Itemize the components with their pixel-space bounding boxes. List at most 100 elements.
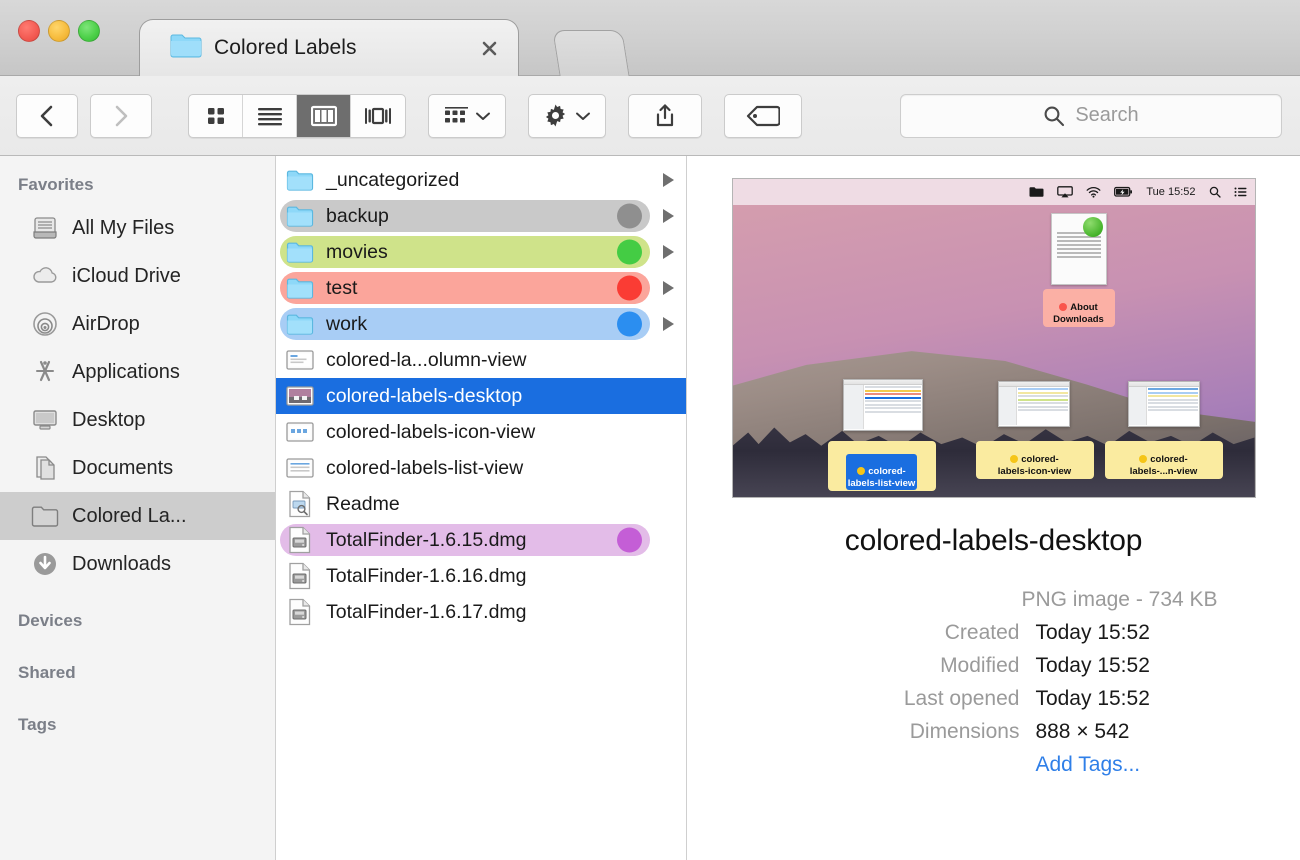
preview-thumbnail: Tue 15:52 About Downloads [732,178,1256,498]
sidebar-item-airdrop[interactable]: AirDrop [0,300,275,348]
file-name: Readme [326,493,400,516]
back-button[interactable] [16,94,78,138]
finder-window: Colored Labels [0,0,1300,860]
icon-view-button[interactable] [189,95,243,137]
share-button[interactable] [628,94,702,138]
dmg-icon [284,598,316,626]
table-row[interactable]: colored-labels-icon-view [276,414,686,450]
navigation-buttons [16,94,152,138]
file-name: TotalFinder-1.6.17.dmg [326,601,527,624]
folder-icon [284,205,316,227]
column-view-button[interactable] [297,95,351,137]
table-row[interactable]: movies [276,234,686,270]
coverflow-icon [364,105,392,127]
table-row[interactable]: Readme [276,486,686,522]
disclosure-arrow-icon[interactable] [663,317,674,331]
downloads-icon [30,551,60,577]
action-menu-button[interactable] [528,94,606,138]
sidebar-item-applications[interactable]: Applications [0,348,275,396]
sidebar-item-all-my-files[interactable]: All My Files [0,204,275,252]
table-row[interactable]: TotalFinder-1.6.16.dmg [276,558,686,594]
folder-icon [284,313,316,335]
list-view-button[interactable] [243,95,297,137]
sidebar-section-devices[interactable]: Devices [0,602,275,640]
tab-colored-labels[interactable]: Colored Labels [139,19,519,76]
coverflow-view-button[interactable] [351,95,405,137]
add-tags-link[interactable]: Add Tags... [1035,753,1217,777]
globe-badge-icon [1083,217,1103,237]
table-row[interactable]: _uncategorized [276,162,686,198]
close-icon[interactable] [478,37,500,59]
disclosure-arrow-icon[interactable] [663,209,674,223]
table-row-selected[interactable]: colored-labels-desktop [276,378,686,414]
dmg-icon [284,562,316,590]
new-tab-button[interactable] [552,30,629,77]
folder-icon [284,169,316,191]
file-name: movies [326,241,388,264]
sidebar-spacer [0,640,275,654]
label-dot [1010,455,1018,463]
disclosure-arrow-icon[interactable] [663,245,674,259]
folder-icon [170,33,202,64]
sidebar-spacer [0,588,275,602]
sidebar-section-shared[interactable]: Shared [0,654,275,692]
chevron-left-icon [37,104,57,128]
table-row[interactable]: test [276,270,686,306]
sidebar-item-downloads[interactable]: Downloads [0,540,275,588]
metadata-value-created: Today 15:52 [1035,621,1217,645]
window-content [864,385,922,429]
table-row[interactable]: work [276,306,686,342]
sidebar-item-desktop[interactable]: Desktop [0,396,275,444]
search-placeholder: Search [1075,104,1138,127]
maximize-window-button[interactable] [78,20,100,42]
table-row[interactable]: backup [276,198,686,234]
desktop-item-name: colored- labels-icon-view [998,454,1071,477]
preview-metadata: PNG image - 734 KB Created Today 15:52 M… [769,588,1217,777]
metadata-value-last-opened: Today 15:52 [1035,687,1217,711]
metadata-key-last-opened: Last opened [769,687,1019,711]
table-row[interactable]: TotalFinder-1.6.15.dmg [276,522,686,558]
airplay-icon [1057,186,1073,198]
table-row[interactable]: colored-labels-list-view [276,450,686,486]
sidebar-item-icloud-drive[interactable]: iCloud Drive [0,252,275,300]
label-dot [617,276,642,301]
disclosure-arrow-icon[interactable] [663,281,674,295]
sidebar-item-label: All My Files [72,217,174,240]
gear-icon [543,103,568,128]
toolbar: Search [0,76,1300,156]
desktop-item-label: colored- labels-...n-view [1105,441,1223,479]
sidebar-item-documents[interactable]: Documents [0,444,275,492]
table-row[interactable]: colored-la...olumn-view [276,342,686,378]
table-row[interactable]: TotalFinder-1.6.17.dmg [276,594,686,630]
preview-menubar: Tue 15:52 [733,179,1255,205]
search-icon [1043,105,1065,127]
forward-button[interactable] [90,94,152,138]
metadata-value-dimensions: 888 × 542 [1035,720,1217,744]
tag-button[interactable] [724,94,802,138]
search-field[interactable]: Search [900,94,1282,138]
metadata-kind: PNG image - 734 KB [769,588,1217,612]
desktop-item-name-selected: colored- labels-list-view [846,454,918,490]
label-dot [617,312,642,337]
metadata-spacer [769,753,1019,777]
sidebar-item-label: Applications [72,361,180,384]
preview-title: colored-labels-desktop [845,524,1142,558]
sidebar-item-colored-labels[interactable]: Colored La... [0,492,275,540]
png-image-icon [284,349,316,371]
close-window-button[interactable] [18,20,40,42]
metadata-value-modified: Today 15:52 [1035,654,1217,678]
sidebar-item-label: AirDrop [72,313,140,336]
window-sidebar [1129,387,1147,425]
totalfinder-icon [1029,186,1044,198]
metadata-key-dimensions: Dimensions [769,720,1019,744]
sidebar-section-tags[interactable]: Tags [0,706,275,744]
dmg-icon [284,526,316,554]
arrange-button[interactable] [428,94,506,138]
minimize-window-button[interactable] [48,20,70,42]
disclosure-arrow-icon[interactable] [663,173,674,187]
arrange-icon [444,105,468,127]
cloud-icon [30,266,60,286]
desktop-document-icon [1051,213,1107,285]
airdrop-icon [30,311,60,337]
label-dot [617,240,642,265]
